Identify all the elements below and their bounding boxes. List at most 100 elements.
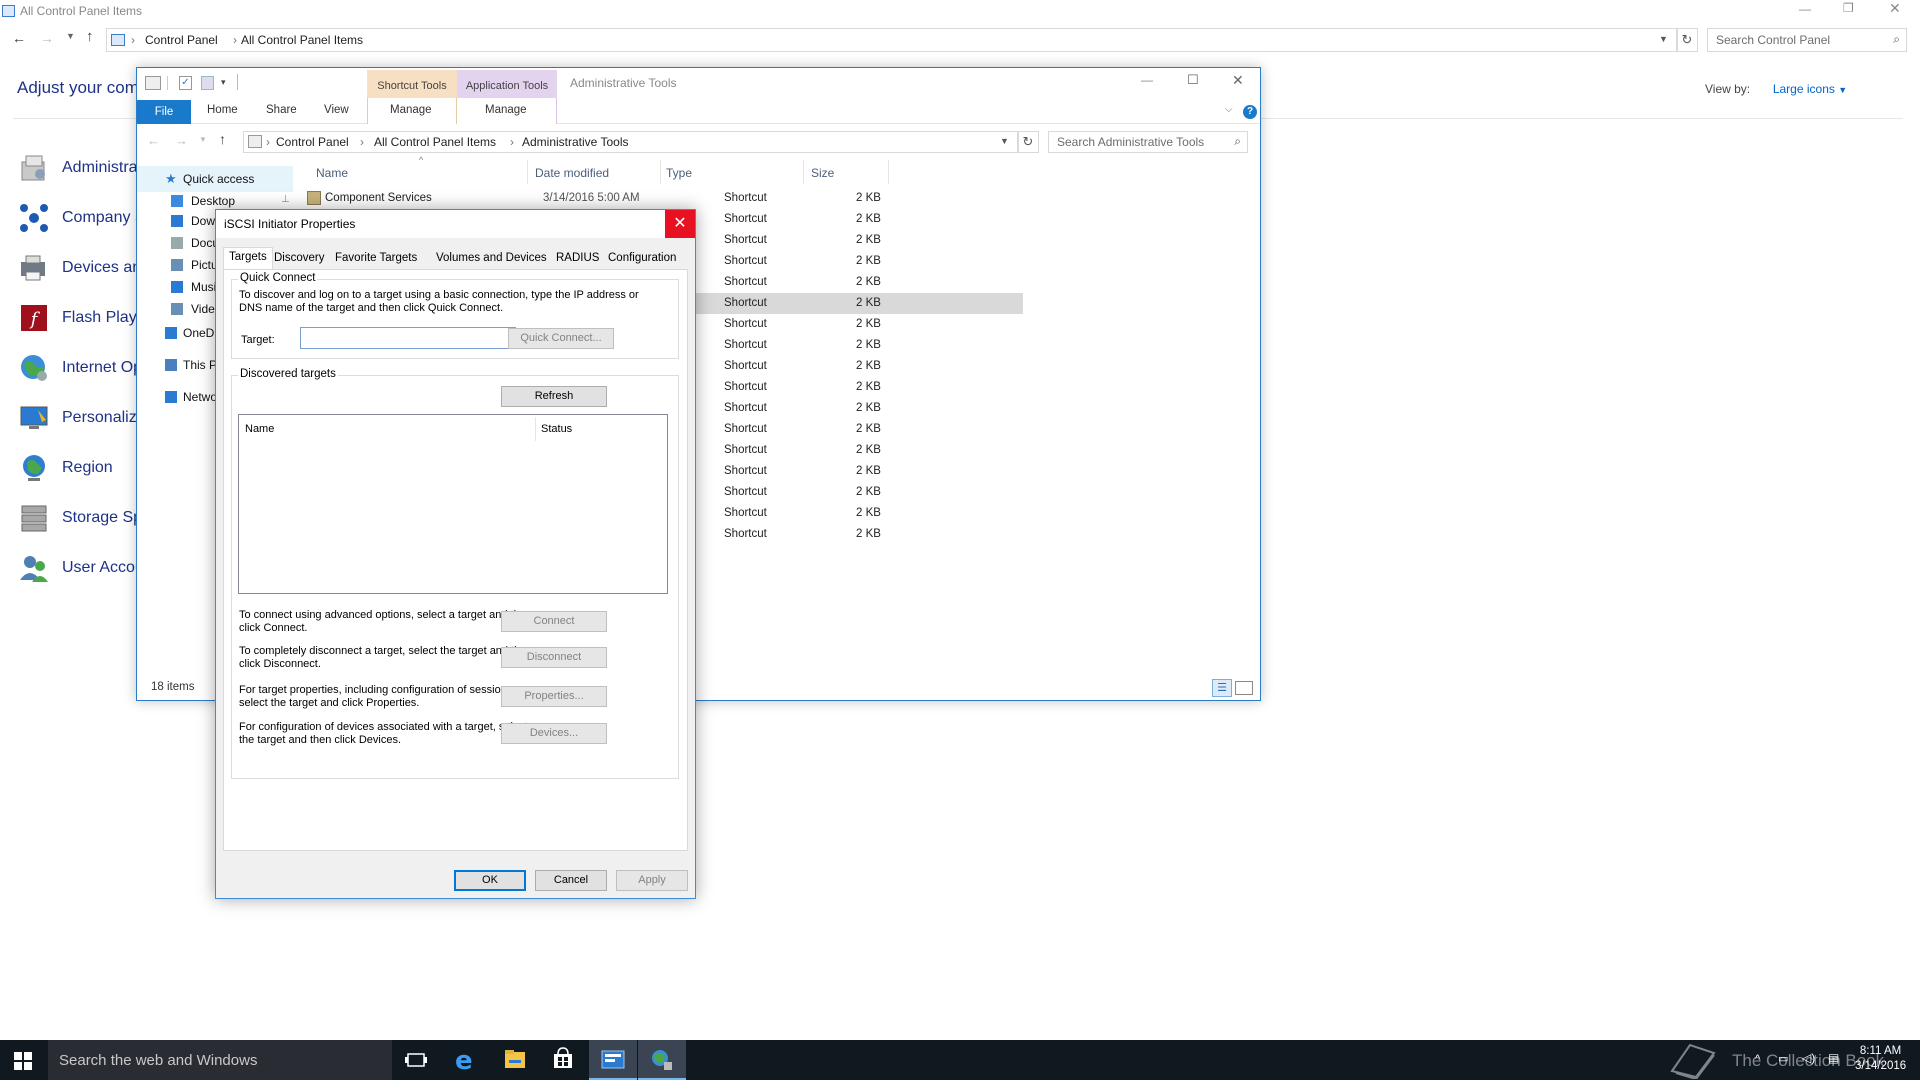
ok-button[interactable]: OK: [454, 870, 526, 891]
tab-radius[interactable]: RADIUS: [550, 248, 605, 268]
control-panel-search[interactable]: Search Control Panel ⌕: [1707, 28, 1907, 52]
tab-volumes-and-devices[interactable]: Volumes and Devices: [430, 248, 553, 268]
close-button[interactable]: ✕: [665, 210, 695, 238]
file-date: 3/14/2016 5:00 AM: [543, 192, 640, 204]
expand-ribbon-icon[interactable]: ⌵: [1225, 104, 1233, 115]
refresh-icon[interactable]: ↻: [1676, 28, 1698, 52]
back-arrow-icon[interactable]: ←: [147, 133, 160, 148]
explorer-titlebar: ✓ ▾ Shortcut Tools Application Tools Adm…: [137, 68, 1260, 100]
details-view-icon[interactable]: ☰: [1212, 679, 1232, 697]
company-portal-icon: [18, 202, 50, 234]
view-by-dropdown[interactable]: Large icons: [1773, 82, 1835, 96]
col-name[interactable]: Name: [316, 166, 348, 180]
close-button[interactable]: ✕: [1889, 0, 1901, 17]
forward-arrow-icon[interactable]: →: [40, 30, 54, 46]
videos-icon: [171, 303, 183, 315]
up-arrow-icon[interactable]: ↑: [86, 28, 94, 45]
back-arrow-icon[interactable]: ←: [12, 30, 26, 46]
tab-manage-shortcut[interactable]: Manage: [367, 98, 457, 124]
col-type[interactable]: Type: [666, 166, 692, 180]
up-arrow-icon[interactable]: ↑: [219, 131, 226, 147]
volume-icon[interactable]: ◁): [1802, 1051, 1815, 1065]
file-tab[interactable]: File: [137, 100, 191, 124]
show-hidden-icons[interactable]: ^: [1755, 1053, 1760, 1065]
new-folder-icon[interactable]: [201, 76, 214, 90]
windows-start-icon[interactable]: [14, 1052, 32, 1070]
forward-arrow-icon[interactable]: →: [175, 133, 188, 148]
customize-qat-icon[interactable]: ▾: [221, 77, 226, 88]
context-tab-shortcut-tools[interactable]: Shortcut Tools: [367, 70, 457, 100]
apply-button[interactable]: Apply: [616, 870, 688, 891]
tab-targets[interactable]: Targets: [223, 247, 273, 269]
address-bar[interactable]: › Control Panel › All Control Panel Item…: [106, 28, 1678, 52]
properties-button[interactable]: Properties...: [501, 686, 607, 707]
minimize-button[interactable]: —: [1799, 2, 1811, 16]
connect-button[interactable]: Connect: [501, 611, 607, 632]
explorer-ribbon: File Home Share View Manage Manage ⌵ ?: [137, 98, 1260, 124]
control-panel-taskbar-icon[interactable]: [589, 1040, 637, 1080]
file-row[interactable]: Component Services 3/14/2016 5:00 AM Short…: [303, 188, 1023, 209]
cp-item-label: Company S: [62, 209, 146, 226]
task-view-icon[interactable]: [392, 1040, 440, 1080]
devices-button[interactable]: Devices...: [501, 723, 607, 744]
restore-button[interactable]: ❐: [1843, 1, 1854, 15]
clock-time: 8:11 AM: [1859, 1045, 1902, 1057]
tab-home[interactable]: Home: [207, 104, 238, 116]
network-icon[interactable]: ▭: [1778, 1052, 1788, 1065]
recent-chevron-icon[interactable]: ▼: [66, 31, 75, 41]
divider: [527, 160, 528, 184]
quick-connect-description: To discover and log on to a target using…: [239, 289, 639, 314]
clock-date: 3/14/2016: [1855, 1060, 1907, 1072]
file-type: Shortcut: [724, 423, 767, 435]
col-status[interactable]: Status: [541, 423, 572, 436]
tab-discovery[interactable]: Discovery: [268, 248, 330, 268]
taskbar-search[interactable]: Search the web and Windows: [48, 1040, 392, 1080]
chevron-down-icon[interactable]: ▼: [1838, 85, 1847, 95]
cancel-button[interactable]: Cancel: [535, 870, 607, 891]
pin-icon[interactable]: ⊥: [281, 194, 290, 205]
close-button[interactable]: ✕: [1232, 72, 1244, 89]
tab-manage-label: Manage: [485, 104, 527, 116]
breadcrumb-administrative-tools[interactable]: Administrative Tools: [522, 135, 629, 149]
file-type: Shortcut: [724, 486, 767, 498]
disconnect-button[interactable]: Disconnect: [501, 647, 607, 668]
quick-connect-button[interactable]: Quick Connect...: [508, 328, 614, 349]
taskbar-clock[interactable]: 8:11 AM 3/14/2016: [1855, 1044, 1906, 1074]
minimize-button[interactable]: —: [1141, 73, 1153, 87]
breadcrumb-all-items[interactable]: All Control Panel Items: [241, 33, 363, 47]
sort-up-icon: ^: [419, 155, 424, 165]
refresh-icon[interactable]: ↻: [1017, 131, 1039, 153]
properties-icon[interactable]: ✓: [179, 76, 192, 90]
iscsi-initiator-taskbar-icon[interactable]: [638, 1040, 686, 1080]
edge-icon[interactable]: e: [443, 1040, 491, 1080]
context-tab-application-tools[interactable]: Application Tools: [457, 70, 557, 100]
refresh-button[interactable]: Refresh: [501, 386, 607, 407]
targets-list[interactable]: Name Status: [238, 414, 668, 594]
tab-manage-application[interactable]: Manage: [457, 98, 557, 124]
maximize-button[interactable]: ☐: [1187, 72, 1199, 88]
chevron-down-icon[interactable]: ▼: [1000, 136, 1009, 146]
recent-chevron-icon[interactable]: ▼: [199, 135, 207, 144]
large-icons-view-icon[interactable]: [1235, 681, 1253, 695]
tab-share[interactable]: Share: [266, 104, 297, 116]
tab-favorite-targets[interactable]: Favorite Targets: [329, 248, 423, 268]
breadcrumb-control-panel[interactable]: Control Panel: [276, 135, 349, 149]
breadcrumb-all-items[interactable]: All Control Panel Items: [374, 135, 496, 149]
status-item-count: 18 items: [151, 681, 195, 693]
col-name[interactable]: Name: [245, 423, 274, 436]
col-date-modified[interactable]: Date modified: [535, 166, 609, 180]
tab-view[interactable]: View: [324, 104, 349, 116]
action-center-icon[interactable]: ▤: [1828, 1051, 1839, 1065]
dialog-title: iSCSI Initiator Properties: [224, 217, 356, 231]
page-heading: Adjust your comp: [17, 78, 149, 97]
store-icon[interactable]: [539, 1040, 587, 1080]
file-explorer-icon[interactable]: [491, 1040, 539, 1080]
tab-configuration[interactable]: Configuration: [602, 248, 682, 268]
help-icon[interactable]: ?: [1243, 105, 1257, 119]
explorer-address-bar[interactable]: › Control Panel › All Control Panel Item…: [243, 131, 1019, 153]
breadcrumb-control-panel[interactable]: Control Panel: [145, 33, 218, 47]
target-input[interactable]: [300, 327, 516, 349]
explorer-search[interactable]: Search Administrative Tools ⌕: [1048, 131, 1248, 153]
chevron-down-icon[interactable]: ▼: [1659, 34, 1668, 44]
col-size[interactable]: Size: [811, 166, 834, 180]
